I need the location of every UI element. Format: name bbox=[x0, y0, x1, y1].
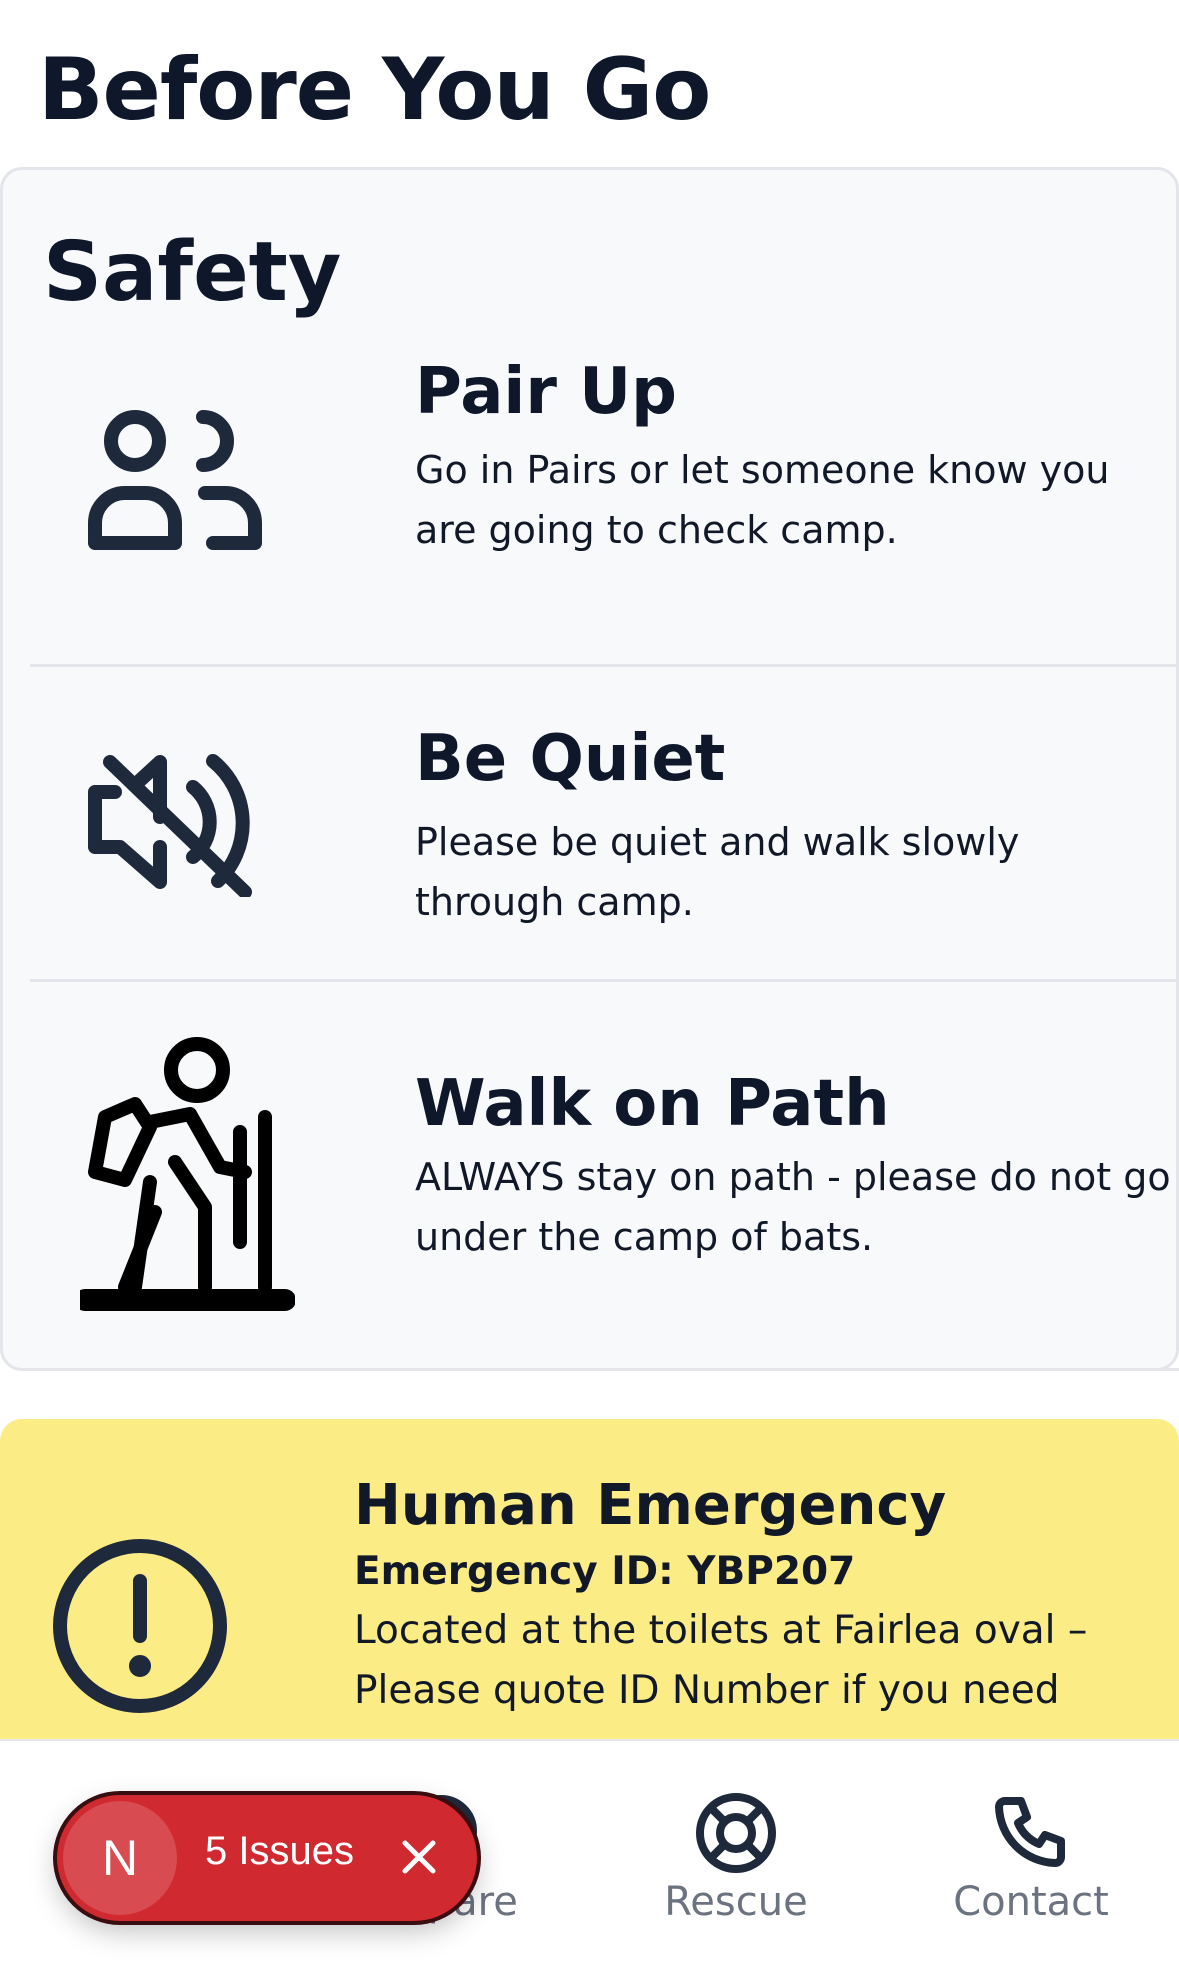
nav-label: Contact bbox=[953, 1879, 1109, 1925]
page-title: Before You Go bbox=[38, 40, 711, 140]
tip-title: Walk on Path bbox=[415, 1067, 890, 1141]
tip-description: Please be quiet and walk slowly through … bbox=[415, 820, 1020, 924]
tip-description: Go in Pairs or let someone know you are … bbox=[415, 448, 1110, 552]
tip-walk-on-path: Walk on Path ALWAYS stay on path - pleas… bbox=[30, 982, 1179, 1371]
lifebuoy-icon bbox=[694, 1791, 778, 1879]
nav-label: Rescue bbox=[664, 1879, 808, 1925]
close-icon[interactable] bbox=[397, 1835, 441, 1883]
page: Before You Go Safety Pair Up Go in Pairs… bbox=[0, 0, 1179, 1977]
safety-card: Safety Pair Up Go in Pairs or let someon… bbox=[0, 167, 1179, 1371]
tip-description: ALWAYS stay on path - please do not go u… bbox=[415, 1155, 1171, 1259]
nav-item-contact[interactable]: Contact bbox=[884, 1741, 1178, 1977]
issues-count[interactable]: 5 Issues bbox=[205, 1829, 354, 1874]
phone-icon bbox=[991, 1791, 1071, 1875]
dev-tools-badge[interactable]: N bbox=[63, 1801, 177, 1915]
users-icon bbox=[85, 403, 265, 553]
badge-letter: N bbox=[101, 1830, 139, 1886]
emergency-description: Located at the toilets at Fairlea oval –… bbox=[354, 1608, 1088, 1713]
tip-title: Pair Up bbox=[415, 355, 677, 429]
tip-title: Be Quiet bbox=[415, 722, 726, 796]
alert-circle-icon bbox=[50, 1536, 230, 1720]
safety-title: Safety bbox=[43, 225, 342, 320]
nav-item-rescue[interactable]: Rescue bbox=[589, 1741, 883, 1977]
issues-overlay[interactable]: N 5 Issues bbox=[57, 1795, 477, 1921]
tip-pair-up: Pair Up Go in Pairs or let someone know … bbox=[30, 315, 1179, 667]
volume-off-icon bbox=[85, 747, 265, 897]
tip-be-quiet: Be Quiet Please be quiet and walk slowly… bbox=[30, 667, 1179, 982]
emergency-id: Emergency ID: YBP207 bbox=[354, 1549, 856, 1594]
emergency-title: Human Emergency bbox=[354, 1473, 947, 1538]
hiker-icon bbox=[80, 1032, 295, 1312]
